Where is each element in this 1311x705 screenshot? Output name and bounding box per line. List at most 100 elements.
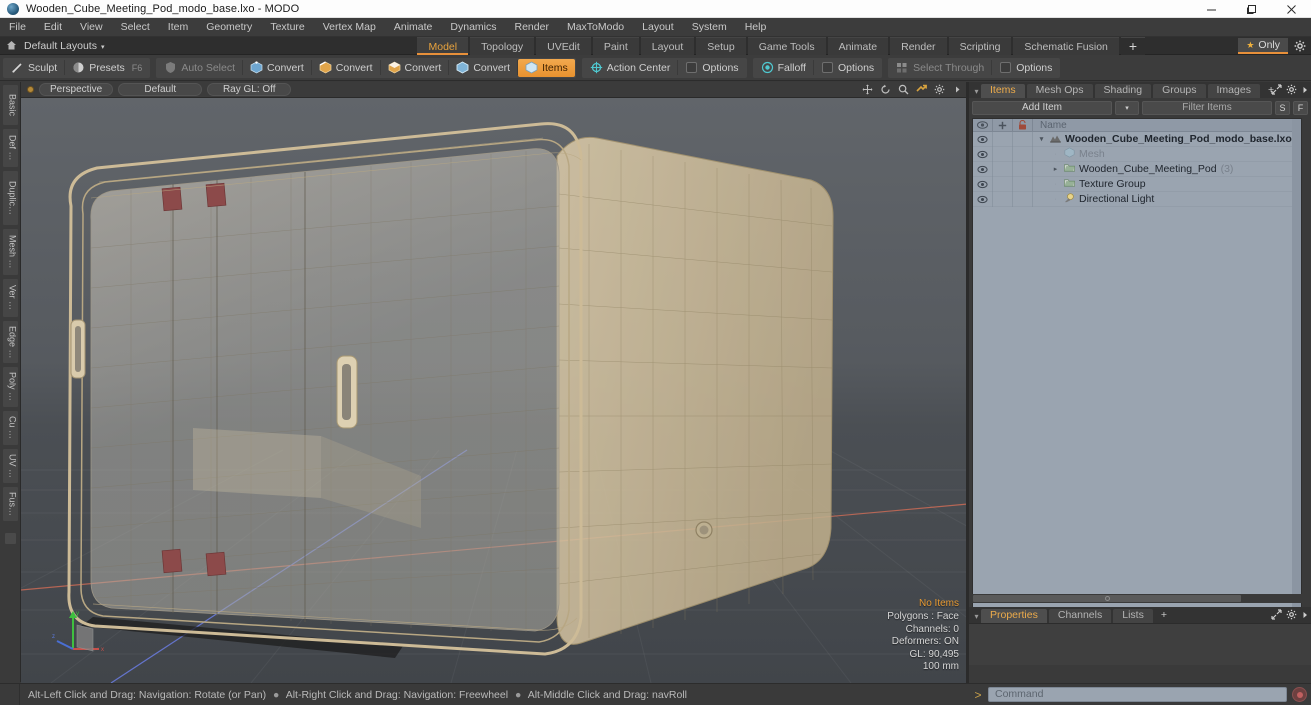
menu-maxtomodo[interactable]: MaxToModo (558, 18, 633, 37)
filter-s-button[interactable]: S (1275, 100, 1290, 115)
items-tree-hscrollbar[interactable] (972, 594, 1302, 603)
layout-tab-layout[interactable]: Layout (640, 36, 695, 55)
row-lock-cell[interactable] (1013, 161, 1033, 177)
default-layouts-dropdown[interactable]: Default Layouts ▾ (18, 38, 110, 54)
tab-items[interactable]: Items (981, 84, 1025, 98)
layout-tab-uvedit[interactable]: UVEdit (536, 36, 591, 55)
gear-icon[interactable] (1291, 38, 1309, 54)
vtool-tab-fusion[interactable]: Fus… (1, 486, 19, 522)
gear-icon[interactable] (1286, 84, 1297, 98)
pan-icon[interactable] (861, 83, 874, 96)
zoom-icon[interactable] (897, 83, 910, 96)
add-layout-tab-button[interactable]: + (1120, 36, 1146, 55)
panel-corner-icon[interactable]: ▾ (972, 84, 981, 98)
vtool-tab-curve[interactable]: Cu … (1, 410, 19, 446)
chevron-right-icon[interactable] (951, 83, 964, 96)
row-add-cell[interactable] (993, 161, 1013, 177)
menu-file[interactable]: File (0, 18, 35, 37)
maximize-button[interactable] (1231, 0, 1271, 18)
layout-tab-scripting[interactable]: Scripting (948, 36, 1012, 55)
gear-icon[interactable] (1286, 609, 1297, 623)
row-add-cell[interactable] (993, 191, 1013, 207)
tab-groups[interactable]: Groups (1153, 84, 1206, 98)
viewport-view-mode-dropdown[interactable]: Perspective (39, 83, 114, 96)
presets-button[interactable]: Presets F6 (65, 59, 149, 77)
row-visibility-toggle[interactable] (973, 161, 993, 177)
table-row[interactable]: · Texture Group (973, 176, 1301, 192)
add-item-button[interactable]: Add Item (972, 100, 1112, 115)
select-through-options-button[interactable]: Options (992, 59, 1059, 77)
row-lock-cell[interactable] (1013, 131, 1033, 147)
convert-edge-button[interactable]: Convert (312, 59, 380, 77)
add-item-dropdown[interactable]: ▾ (1115, 100, 1139, 115)
menu-edit[interactable]: Edit (35, 18, 71, 37)
layout-tab-paint[interactable]: Paint (592, 36, 639, 55)
auto-select-button[interactable]: Auto Select (157, 59, 242, 77)
vtool-tab-deform[interactable]: Def … (1, 128, 19, 168)
menu-dynamics[interactable]: Dynamics (441, 18, 505, 37)
falloff-button[interactable]: Falloff (754, 59, 813, 77)
vtool-tab-duplicate[interactable]: Duplic… (1, 170, 19, 226)
convert-item-button[interactable]: Convert (449, 59, 517, 77)
convert-polygon-button[interactable]: Convert (381, 59, 449, 77)
item-row-pod-group[interactable]: ▸ Wooden_Cube_Meeting_Pod (3) (1033, 163, 1301, 176)
row-lock-cell[interactable] (1013, 146, 1033, 162)
expand-icon[interactable] (1271, 609, 1282, 623)
items-mode-button[interactable]: Items (518, 58, 575, 77)
action-center-button[interactable]: Action Center (583, 59, 678, 77)
menu-render[interactable]: Render (506, 18, 558, 37)
vtool-tab-vertex[interactable]: Ver … (1, 278, 19, 318)
viewport-shading-dropdown[interactable]: Default (118, 83, 203, 96)
vtool-tab-basic[interactable]: Basic (1, 84, 19, 126)
expand-icon[interactable] (1271, 84, 1282, 98)
layout-tab-render[interactable]: Render (890, 36, 947, 55)
row-visibility-toggle[interactable] (973, 191, 993, 207)
vtool-tab-uv[interactable]: UV … (1, 448, 19, 484)
tab-properties[interactable]: Properties (981, 609, 1047, 623)
tab-shading[interactable]: Shading (1094, 84, 1152, 98)
tab-images[interactable]: Images (1207, 84, 1260, 98)
row-add-cell[interactable] (993, 146, 1013, 162)
add-properties-tab-button[interactable]: + (1155, 609, 1173, 623)
vtool-collapse-button[interactable] (3, 532, 17, 545)
fit-icon[interactable] (915, 83, 928, 96)
layout-tab-topology[interactable]: Topology (470, 36, 535, 55)
row-visibility-toggle[interactable] (973, 146, 993, 162)
chevron-right-icon[interactable] (1301, 85, 1309, 97)
record-icon[interactable] (1292, 687, 1307, 702)
layout-tab-schematic-fusion[interactable]: Schematic Fusion (1013, 36, 1119, 55)
tab-lists[interactable]: Lists (1113, 609, 1153, 623)
table-row[interactable]: ▾ Wooden_Cube_Meeting_Pod_modo_base.lxo (973, 131, 1301, 147)
close-button[interactable] (1271, 0, 1311, 18)
disclosure-triangle-icon[interactable]: ▸ (1051, 165, 1060, 173)
tree-scroll-strip[interactable] (1292, 119, 1301, 672)
action-center-options-button[interactable]: Options (678, 59, 745, 77)
vtool-tab-polygon[interactable]: Poly … (1, 366, 19, 408)
rotate-icon[interactable] (879, 83, 892, 96)
row-add-cell[interactable] (993, 131, 1013, 147)
vtool-tab-mesh[interactable]: Mesh … (1, 228, 19, 276)
menu-view[interactable]: View (71, 18, 112, 37)
item-row-mesh[interactable]: · Mesh (1033, 147, 1301, 161)
panel-corner-icon[interactable]: ▾ (972, 609, 981, 623)
row-visibility-toggle[interactable] (973, 176, 993, 192)
item-row-texture-group[interactable]: · Texture Group (1033, 178, 1301, 191)
layout-tab-setup[interactable]: Setup (696, 36, 746, 55)
layout-tab-game-tools[interactable]: Game Tools (747, 36, 826, 55)
command-input[interactable]: Command (988, 687, 1287, 702)
disclosure-triangle-icon[interactable]: ▾ (1037, 135, 1046, 143)
sculpt-button[interactable]: Sculpt (4, 59, 64, 77)
menu-animate[interactable]: Animate (385, 18, 442, 37)
item-row-scene[interactable]: ▾ Wooden_Cube_Meeting_Pod_modo_base.lxo (1033, 133, 1301, 146)
menu-select[interactable]: Select (112, 18, 159, 37)
select-through-button[interactable]: Select Through (889, 59, 991, 77)
home-layout-icon[interactable] (4, 39, 18, 53)
items-tree[interactable]: Name ▾ Wooden_Cube_Meeting_Pod_modo_base… (972, 118, 1302, 673)
row-add-cell[interactable] (993, 176, 1013, 192)
menu-item[interactable]: Item (159, 18, 197, 37)
falloff-options-button[interactable]: Options (814, 59, 881, 77)
filter-f-button[interactable]: F (1293, 100, 1308, 115)
filter-items-input[interactable]: Filter Items (1142, 100, 1272, 115)
gear-icon[interactable] (933, 83, 946, 96)
convert-vertex-button[interactable]: Convert (243, 59, 311, 77)
